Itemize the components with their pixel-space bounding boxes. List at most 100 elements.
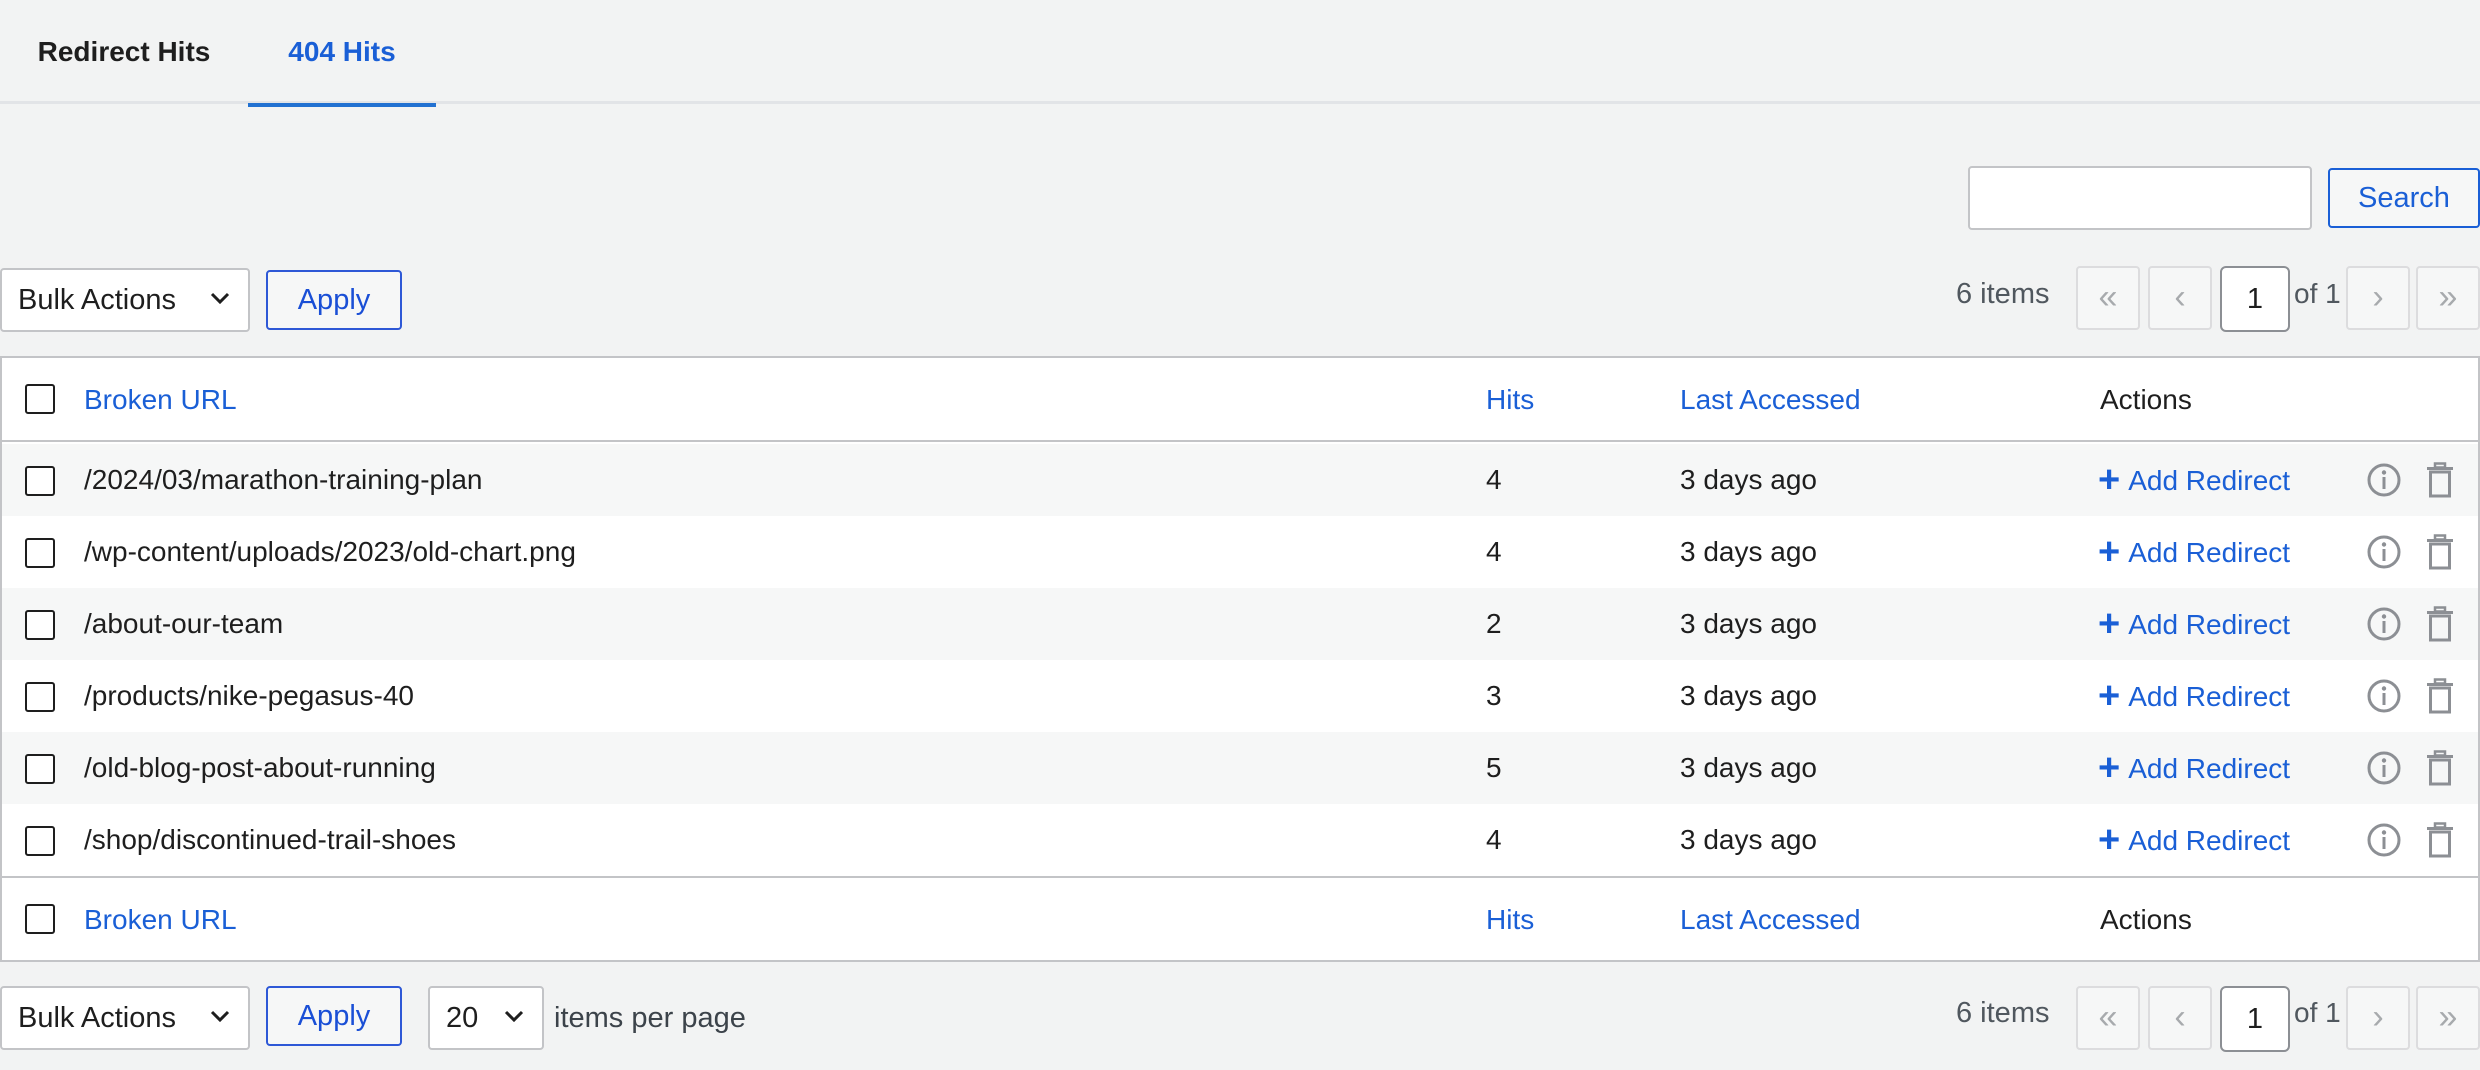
broken-url: /shop/discontinued-trail-shoes: [84, 824, 456, 855]
last-accessed: 3 days ago: [1680, 680, 1817, 711]
tab-404-hits[interactable]: 404 Hits: [248, 0, 436, 107]
table-row: /shop/discontinued-trail-shoes 4 3 days ag…: [2, 804, 2478, 876]
table-row: /2024/03/marathon-training-plan 4 3 days a…: [2, 444, 2478, 516]
hits-count: 4: [1486, 536, 1502, 567]
plus-icon: +: [2098, 531, 2121, 573]
column-header-actions: Actions: [2100, 384, 2192, 415]
tab-redirect-hits[interactable]: Redirect Hits: [0, 0, 248, 104]
row-checkbox[interactable]: [25, 754, 55, 784]
hits-table: Broken URL Hits Last Accessed Actions /2…: [0, 356, 2480, 962]
select-all-checkbox[interactable]: [25, 384, 55, 414]
info-icon[interactable]: [2364, 748, 2404, 788]
broken-url: /wp-content/uploads/2023/old-chart.png: [84, 536, 576, 567]
bulk-actions-select-top[interactable]: Bulk Actions: [0, 268, 250, 332]
last-accessed: 3 days ago: [1680, 608, 1817, 639]
add-redirect-button[interactable]: + Add Redirect: [2098, 804, 2290, 877]
add-redirect-button[interactable]: + Add Redirect: [2098, 444, 2290, 517]
plus-icon: +: [2098, 459, 2121, 501]
current-page-input[interactable]: 1: [2220, 266, 2290, 332]
plus-icon: +: [2098, 747, 2121, 789]
add-redirect-label: Add Redirect: [2128, 753, 2291, 784]
tab-bar: Redirect Hits 404 Hits: [0, 0, 2480, 107]
trash-icon[interactable]: [2420, 460, 2460, 500]
last-accessed: 3 days ago: [1680, 464, 1817, 495]
plus-icon: +: [2098, 819, 2121, 861]
add-redirect-button[interactable]: + Add Redirect: [2098, 732, 2290, 805]
last-page-button[interactable]: »: [2416, 266, 2480, 330]
info-icon[interactable]: [2364, 604, 2404, 644]
hits-count: 4: [1486, 824, 1502, 855]
row-checkbox[interactable]: [25, 826, 55, 856]
items-per-page-select[interactable]: 20: [428, 986, 544, 1050]
table-row: /products/nike-pegasus-40 3 3 days ago + Add…: [2, 660, 2478, 732]
hits-count: 5: [1486, 752, 1502, 783]
items-count-bottom: 6 items: [1956, 997, 2050, 1029]
column-footer-actions: Actions: [2100, 904, 2192, 935]
add-redirect-label: Add Redirect: [2128, 609, 2291, 640]
first-page-button-bottom[interactable]: «: [2076, 986, 2140, 1050]
last-page-button-bottom[interactable]: »: [2416, 986, 2480, 1050]
info-icon[interactable]: [2364, 676, 2404, 716]
bulk-actions-label: Bulk Actions: [18, 1002, 176, 1034]
add-redirect-button[interactable]: + Add Redirect: [2098, 588, 2290, 661]
row-checkbox[interactable]: [25, 538, 55, 568]
next-page-button-bottom[interactable]: ›: [2346, 986, 2410, 1050]
add-redirect-label: Add Redirect: [2128, 465, 2291, 496]
hits-count: 4: [1486, 464, 1502, 495]
column-header-hits[interactable]: Hits: [1486, 358, 1534, 442]
table-row: /about-our-team 2 3 days ago + Add Redirect: [2, 588, 2478, 660]
select-all-checkbox-footer[interactable]: [25, 904, 55, 934]
broken-url: /2024/03/marathon-training-plan: [84, 464, 483, 495]
add-redirect-button[interactable]: + Add Redirect: [2098, 516, 2290, 589]
trash-icon[interactable]: [2420, 748, 2460, 788]
items-per-page-label: items per page: [554, 1002, 746, 1034]
chevron-down-icon: [504, 1010, 524, 1022]
chevron-down-icon: [210, 292, 230, 304]
prev-page-button[interactable]: ‹: [2148, 266, 2212, 330]
table-footer: Broken URL Hits Last Accessed Actions: [2, 876, 2478, 960]
plus-icon: +: [2098, 603, 2121, 645]
last-accessed: 3 days ago: [1680, 752, 1817, 783]
broken-url: /about-our-team: [84, 608, 284, 639]
column-header-last-accessed[interactable]: Last Accessed: [1680, 358, 1861, 442]
hits-count: 3: [1486, 680, 1502, 711]
column-header-broken-url[interactable]: Broken URL: [84, 358, 237, 442]
table-row: /wp-content/uploads/2023/old-chart.png 4 3…: [2, 516, 2478, 588]
broken-url: /products/nike-pegasus-40: [84, 680, 414, 711]
first-page-button[interactable]: «: [2076, 266, 2140, 330]
prev-page-button-bottom[interactable]: ‹: [2148, 986, 2212, 1050]
info-icon[interactable]: [2364, 460, 2404, 500]
apply-button-top[interactable]: Apply: [266, 270, 402, 330]
add-redirect-label: Add Redirect: [2128, 825, 2291, 856]
trash-icon[interactable]: [2420, 820, 2460, 860]
broken-url: /old-blog-post-about-running: [84, 752, 436, 783]
trash-icon[interactable]: [2420, 532, 2460, 572]
total-pages-label-bottom: of 1: [2294, 997, 2341, 1028]
total-pages-label: of 1: [2294, 278, 2341, 309]
info-icon[interactable]: [2364, 532, 2404, 572]
last-accessed: 3 days ago: [1680, 536, 1817, 567]
chevron-down-icon: [210, 1010, 230, 1022]
items-per-page-value: 20: [446, 1002, 479, 1034]
column-footer-last-accessed[interactable]: Last Accessed: [1680, 878, 1861, 962]
search-button[interactable]: Search: [2328, 168, 2480, 228]
hits-count: 2: [1486, 608, 1502, 639]
plus-icon: +: [2098, 675, 2121, 717]
bulk-actions-select-bottom[interactable]: Bulk Actions: [0, 986, 250, 1050]
next-page-button[interactable]: ›: [2346, 266, 2410, 330]
info-icon[interactable]: [2364, 820, 2404, 860]
trash-icon[interactable]: [2420, 676, 2460, 716]
row-checkbox[interactable]: [25, 682, 55, 712]
row-checkbox[interactable]: [25, 466, 55, 496]
bulk-actions-label: Bulk Actions: [18, 284, 176, 316]
trash-icon[interactable]: [2420, 604, 2460, 644]
apply-button-bottom[interactable]: Apply: [266, 986, 402, 1046]
items-count-top: 6 items: [1956, 278, 2050, 310]
current-page-input-bottom[interactable]: 1: [2220, 986, 2290, 1052]
add-redirect-label: Add Redirect: [2128, 681, 2291, 712]
add-redirect-button[interactable]: + Add Redirect: [2098, 660, 2290, 733]
row-checkbox[interactable]: [25, 610, 55, 640]
column-footer-broken-url[interactable]: Broken URL: [84, 878, 237, 962]
column-footer-hits[interactable]: Hits: [1486, 878, 1534, 962]
search-input[interactable]: [1968, 166, 2312, 230]
